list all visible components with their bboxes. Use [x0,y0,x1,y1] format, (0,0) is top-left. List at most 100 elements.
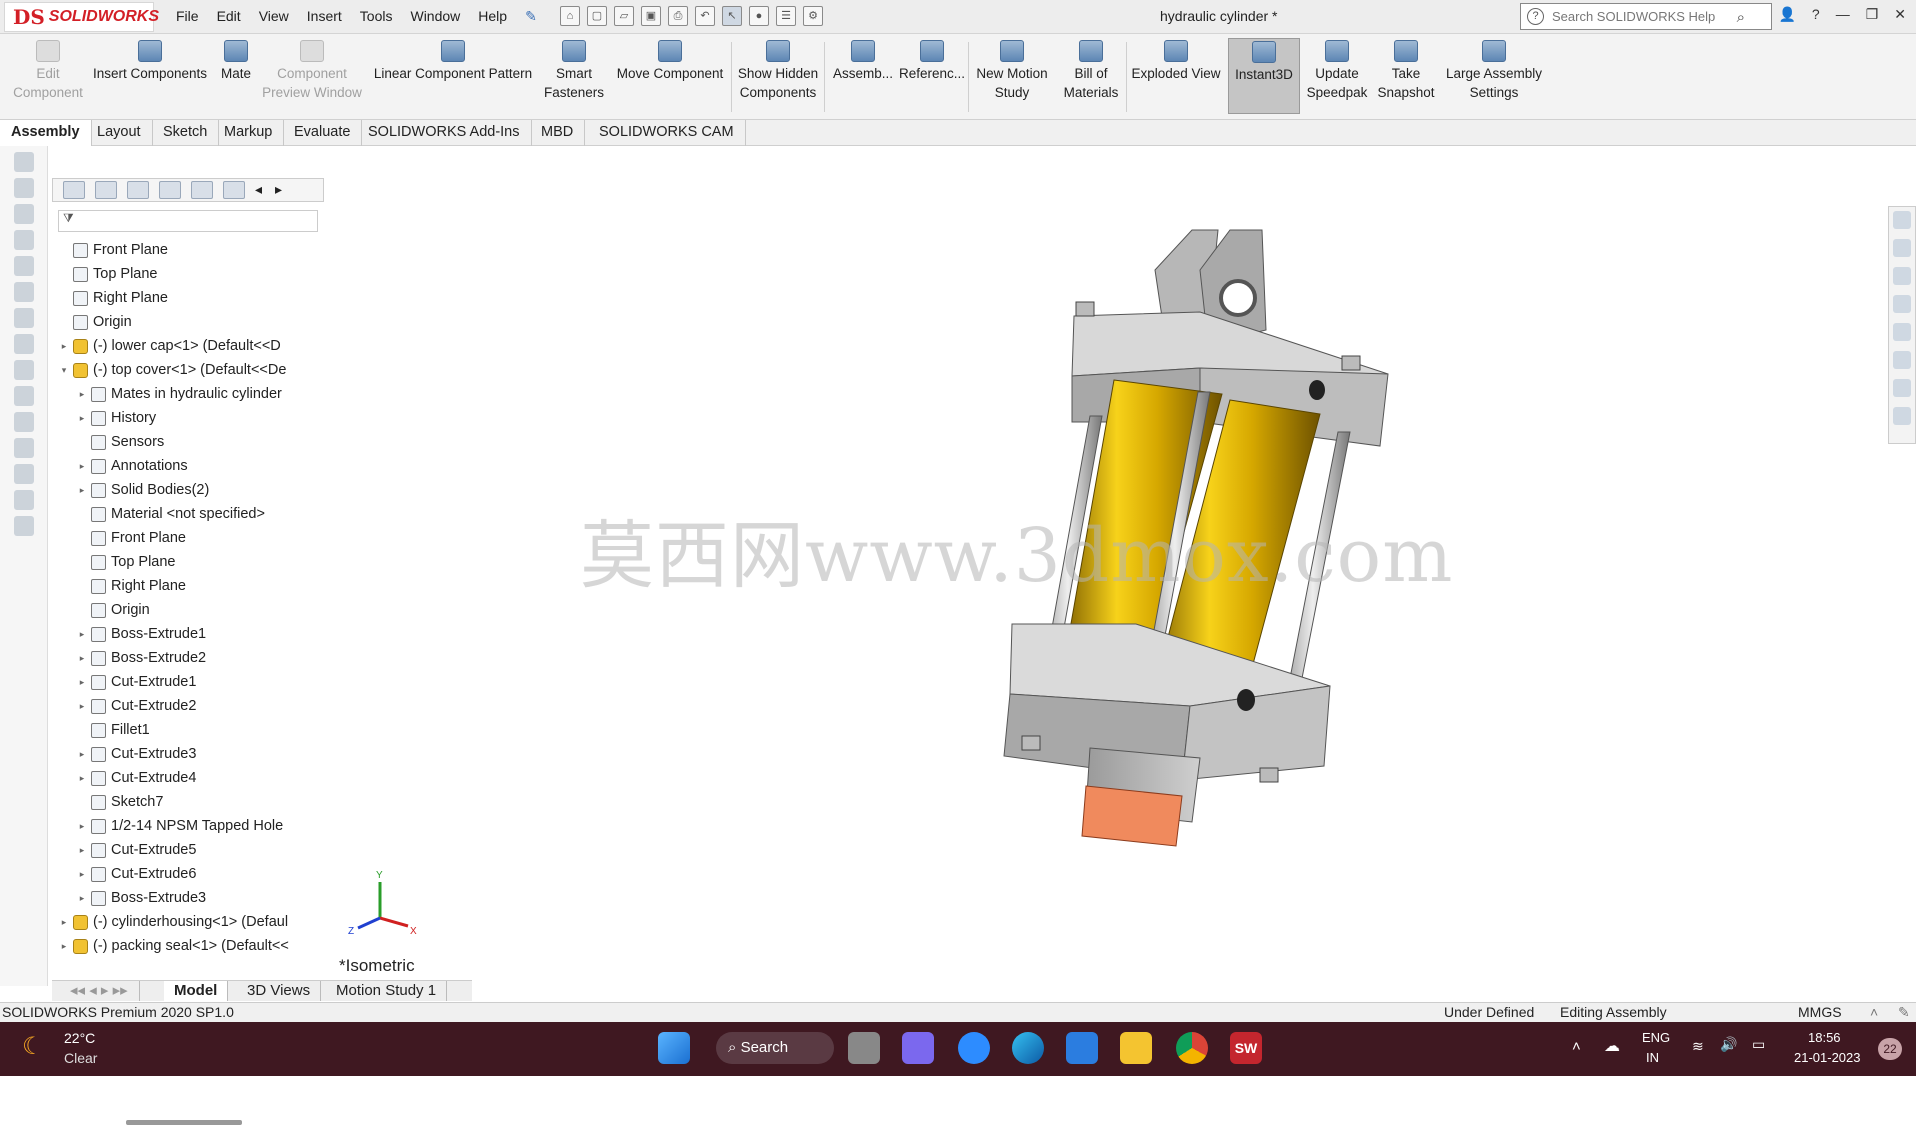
tree-item[interactable]: ▸ Cut-Extrude3 [76,742,197,766]
hole-tool-icon[interactable] [13,464,34,484]
region-label[interactable]: IN [1646,1050,1659,1065]
instant3d-button[interactable]: Instant3D [1228,38,1300,114]
tree-item[interactable]: ▸ Annotations [76,454,188,478]
home-pane-icon[interactable] [1893,239,1911,257]
tree-item[interactable]: ▸ Solid Bodies(2) [76,478,210,502]
tree-item[interactable]: Origin [58,310,132,334]
menu-insert[interactable]: Insert [307,8,342,25]
tab-layout[interactable]: Layout [86,120,153,146]
fillet-tool-icon[interactable] [13,282,34,302]
tab-scroll-arrows[interactable]: ◂◂ ◂ ▸ ▸▸ [60,981,140,1001]
move-component-button[interactable]: Move Component [612,40,728,83]
expand-arrow-icon[interactable]: ▸ [76,478,88,502]
file-explorer-icon[interactable] [1893,295,1911,313]
expand-arrow-icon[interactable]: ▸ [76,622,88,646]
minimize-icon[interactable]: — [1836,6,1850,23]
expand-arrow-icon[interactable]: ▸ [76,886,88,910]
expand-arrow-icon[interactable]: ▸ [76,406,88,430]
save-icon[interactable]: ▣ [641,6,661,26]
tree-item[interactable]: ▸ (-) packing seal<1> (Default<< [58,934,289,958]
tree-item[interactable]: ▸ Boss-Extrude2 [76,646,206,670]
close-icon[interactable]: ✕ [1894,6,1906,23]
expand-arrow-icon[interactable]: ▸ [76,694,88,718]
graphics-area[interactable]: 莫西网www.3dmox.com [330,146,1890,980]
cam-manager-tab-icon[interactable] [223,181,245,199]
weather-condition[interactable]: Clear [64,1050,97,1066]
expand-arrow-icon[interactable]: ▸ [76,814,88,838]
restore-icon[interactable]: ❐ [1866,6,1879,23]
custom-properties-icon[interactable] [1893,379,1911,397]
tree-item[interactable]: ▸ (-) lower cap<1> (Default<<D [58,334,281,358]
tree-horizontal-scrollbar[interactable] [126,1120,242,1125]
collapse-arrow-icon[interactable]: ▾ [58,358,70,382]
tree-item[interactable]: ▸ Boss-Extrude3 [76,886,206,910]
options-gear-icon[interactable]: ⚙ [803,6,823,26]
menu-view[interactable]: View [259,8,289,25]
design-library-icon[interactable] [1893,267,1911,285]
onedrive-cloud-icon[interactable]: ☁ [1604,1036,1620,1056]
tree-item[interactable]: Top Plane [76,550,176,574]
chrome-icon[interactable] [1176,1032,1208,1064]
smart-fasteners-button[interactable]: Smart Fasteners [540,40,608,102]
traffic-light-icon[interactable]: ● [749,6,769,26]
chevron-left-icon[interactable]: ◂ [255,181,265,199]
property-manager-tab-icon[interactable] [95,181,117,199]
feature-manager-tab-icon[interactable] [63,181,85,199]
expand-arrow-icon[interactable]: ▸ [76,766,88,790]
volume-icon[interactable]: 🔊 [1720,1036,1737,1053]
teams-chat-icon[interactable] [902,1032,934,1064]
menu-tools[interactable]: Tools [360,8,393,25]
wifi-icon[interactable]: ≋ [1692,1038,1704,1055]
file-explorer-taskbar-icon[interactable] [1120,1032,1152,1064]
select-icon[interactable]: ↖ [722,6,742,26]
solidworks-resources-icon[interactable] [1893,211,1911,229]
tree-item[interactable]: ▸ Cut-Extrude4 [76,766,197,790]
take-snapshot-button[interactable]: Take Snapshot [1374,40,1438,102]
bill-of-materials-button[interactable]: Bill of Materials [1058,40,1124,102]
task-view-icon[interactable] [848,1032,880,1064]
expand-arrow-icon[interactable]: ▸ [76,670,88,694]
chamfer-tool-icon[interactable] [13,308,34,328]
expand-arrow-icon[interactable]: ▸ [58,934,70,958]
mate-button[interactable]: Mate [214,40,258,83]
tab-solidworks-cam[interactable]: SOLIDWORKS CAM [588,120,746,146]
insert-components-button[interactable]: Insert Components [90,40,210,83]
curves-tool-icon[interactable] [13,490,34,510]
expand-arrow-icon[interactable]: ▸ [76,742,88,766]
component-preview-button[interactable]: Component Preview Window [262,40,362,102]
windows-start-icon[interactable] [658,1032,690,1064]
tree-item[interactable]: Origin [76,598,150,622]
linear-pattern-button[interactable]: Linear Component Pattern [370,40,536,83]
tab-assembly[interactable]: Assembly [0,120,92,146]
status-comment-icon[interactable]: ✎ [1898,1003,1910,1022]
dimxpert-manager-tab-icon[interactable] [159,181,181,199]
clock-time[interactable]: 18:56 [1808,1030,1841,1045]
home-icon[interactable]: ⌂ [560,6,580,26]
pattern-tool-icon[interactable] [13,438,34,458]
print-icon[interactable]: ⎙ [668,6,688,26]
expand-arrow-icon[interactable]: ▸ [76,862,88,886]
tab-3d-views[interactable]: 3D Views [237,981,322,1001]
units-up-arrow-icon[interactable]: ˄ [1870,1003,1878,1022]
edit-component-button[interactable]: Edit Component [8,40,88,102]
search-icon[interactable]: ⌕ [1737,9,1745,26]
expand-arrow-icon[interactable]: ▸ [58,334,70,358]
chevron-right-icon[interactable]: ▸ [275,181,285,199]
assembly-features-button[interactable]: Assemb... [828,40,898,83]
menu-edit[interactable]: Edit [217,8,241,25]
tree-item[interactable]: Front Plane [58,238,168,262]
pin-icon[interactable]: ✎ [525,8,537,25]
status-units[interactable]: MMGS [1798,1003,1842,1022]
status-mode[interactable]: Editing Assembly [1560,1003,1667,1022]
expand-arrow-icon[interactable]: ▸ [76,838,88,862]
tree-item[interactable]: Right Plane [58,286,168,310]
expand-arrow-icon[interactable]: ▸ [76,454,88,478]
tab-sketch[interactable]: Sketch [152,120,220,146]
menu-file[interactable]: File [176,8,199,25]
solidworks-taskbar-icon[interactable]: SW [1230,1032,1262,1064]
notification-badge[interactable]: 22 [1878,1038,1902,1060]
tree-item[interactable]: Top Plane [58,262,158,286]
shell-tool-icon[interactable] [13,334,34,354]
weather-temperature[interactable]: 22°C [64,1030,95,1046]
tree-item[interactable]: ▸ (-) cylinderhousing<1> (Defaul [58,910,288,934]
